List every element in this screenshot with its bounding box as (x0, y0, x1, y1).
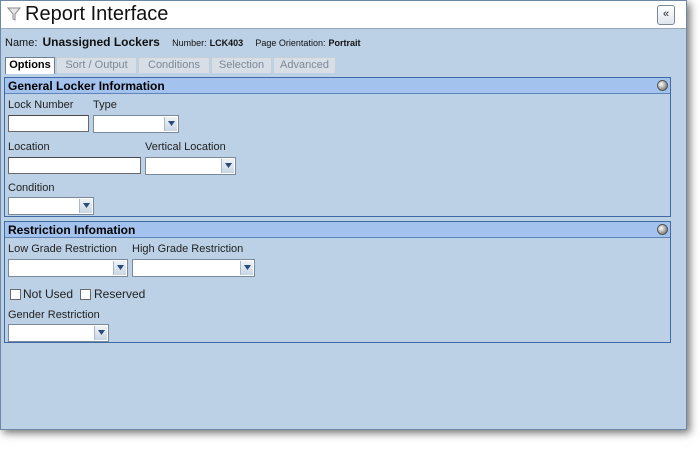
gender-select[interactable] (8, 324, 109, 342)
chevron-down-icon[interactable] (164, 117, 177, 131)
lock-number-label: Lock Number (8, 99, 74, 111)
condition-select[interactable] (8, 197, 94, 215)
high-grade-select[interactable] (132, 259, 255, 277)
condition-label: Condition (8, 182, 55, 194)
chevron-down-icon[interactable] (94, 326, 107, 340)
report-name: Unassigned Lockers (42, 35, 160, 49)
tab-options[interactable]: Options (5, 57, 55, 74)
report-info-bar: Name: Unassigned Lockers Number: LCK403 … (5, 35, 361, 49)
name-label: Name: (5, 37, 38, 49)
reserved-label: Reserved (94, 287, 146, 301)
page-orientation: Portrait (328, 38, 361, 48)
high-grade-label: High Grade Restriction (132, 243, 244, 255)
title-bar: Report Interface « (1, 1, 686, 29)
chevron-down-icon[interactable] (113, 261, 126, 275)
section-toggle-icon[interactable] (657, 224, 668, 235)
section-title: General Locker Information (8, 79, 165, 93)
reserved-checkbox[interactable] (80, 289, 91, 300)
tab-sort-output[interactable]: Sort / Output (56, 57, 137, 73)
number-label: Number: (172, 38, 207, 48)
low-grade-select[interactable] (8, 259, 128, 277)
not-used-checkbox[interactable] (10, 289, 21, 300)
location-label: Location (8, 141, 50, 153)
tab-selection[interactable]: Selection (211, 57, 272, 73)
lock-number-input[interactable] (8, 115, 89, 132)
filter-icon (7, 7, 21, 21)
restriction-section: Restriction Infomation Low Grade Restric… (4, 221, 671, 343)
vertical-location-label: Vertical Location (145, 141, 226, 153)
report-number: LCK403 (209, 38, 244, 48)
tab-conditions[interactable]: Conditions (138, 57, 210, 73)
not-used-label: Not Used (23, 287, 74, 301)
vertical-location-select[interactable] (145, 157, 236, 175)
orientation-label: Page Orientation: (255, 38, 326, 48)
window-title: Report Interface (25, 3, 169, 25)
tab-advanced[interactable]: Advanced (273, 57, 336, 73)
report-interface-window: Report Interface « Name: Unassigned Lock… (0, 0, 687, 430)
collapse-button[interactable]: « (657, 5, 675, 25)
gender-label: Gender Restriction (8, 309, 100, 321)
general-locker-section: General Locker Information Lock Number T… (4, 77, 671, 217)
section-title: Restriction Infomation (8, 223, 136, 237)
section-toggle-icon[interactable] (657, 80, 668, 91)
type-select[interactable] (93, 115, 179, 133)
section-header: General Locker Information (5, 78, 670, 94)
chevron-down-icon[interactable] (79, 199, 92, 213)
location-input[interactable] (8, 157, 141, 174)
section-header: Restriction Infomation (5, 222, 670, 238)
low-grade-label: Low Grade Restriction (8, 243, 117, 255)
chevron-down-icon[interactable] (240, 261, 253, 275)
type-label: Type (93, 99, 117, 111)
chevron-down-icon[interactable] (221, 159, 234, 173)
